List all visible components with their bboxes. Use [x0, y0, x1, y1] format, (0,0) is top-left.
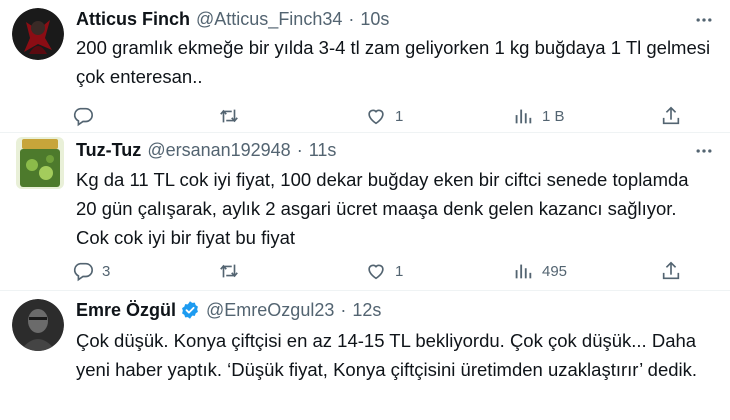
avatar[interactable] — [16, 137, 64, 189]
author-name[interactable]: Emre Özgül — [76, 300, 176, 321]
reply-count: 3 — [102, 262, 111, 280]
tweet-header: Tuz-Tuz @ersanan192948 · 11s — [76, 137, 336, 163]
like-button[interactable]: 1 — [365, 256, 403, 286]
reply-button[interactable]: 3 — [72, 256, 110, 286]
like-button[interactable]: 1 — [365, 101, 403, 131]
bookmark-share-button[interactable] — [660, 256, 682, 286]
timestamp[interactable]: 10s — [360, 9, 389, 30]
share-icon — [660, 105, 682, 127]
separator: · — [296, 139, 303, 160]
share-icon — [660, 260, 682, 282]
retweet-icon — [218, 105, 240, 127]
tweet-1[interactable]: Atticus Finch @Atticus_Finch34 · 10s 200… — [0, 0, 730, 132]
like-count: 1 — [395, 262, 404, 280]
tweet-actions: 3 1 495 — [64, 256, 730, 286]
retweet-icon — [218, 260, 240, 282]
verified-badge-icon — [180, 300, 200, 320]
author-handle[interactable]: @ersanan192948 — [147, 140, 290, 161]
author-handle[interactable]: @EmreOzgul23 — [206, 300, 334, 321]
more-icon[interactable] — [692, 139, 716, 163]
reply-icon — [72, 260, 94, 282]
author-name[interactable]: Atticus Finch — [76, 9, 190, 30]
like-icon — [365, 105, 387, 127]
separator: · — [348, 8, 355, 29]
like-icon — [365, 260, 387, 282]
tweet-text: Çok düşük. Konya çiftçisi en az 14-15 TL… — [76, 330, 698, 380]
views-icon — [512, 260, 534, 282]
retweet-button[interactable] — [218, 101, 248, 131]
avatar[interactable] — [12, 299, 64, 351]
reply-button[interactable] — [72, 101, 102, 131]
views-count: 495 — [542, 262, 568, 280]
like-count: 1 — [395, 107, 404, 125]
tweet-actions: 1 1 B — [64, 101, 730, 131]
tweet-2[interactable]: Tuz-Tuz @ersanan192948 · 11s Kg da 11 TL… — [0, 133, 730, 290]
tweet-header: Atticus Finch @Atticus_Finch34 · 10s — [76, 6, 389, 32]
separator: · — [340, 299, 347, 320]
views-button[interactable]: 1 B — [512, 101, 565, 131]
tweet-text: Kg da 11 TL cok iyi fiyat, 100 dekar buğ… — [76, 169, 689, 248]
views-count: 1 B — [542, 107, 565, 125]
more-icon[interactable] — [692, 8, 716, 32]
tweet-header: Emre Özgül @EmreOzgul23 · 12s — [76, 297, 381, 323]
retweet-button[interactable] — [218, 256, 248, 286]
timestamp[interactable]: 12s — [352, 300, 381, 321]
tweet-text: 200 gramlık ekmeğe bir yılda 3-4 tl zam … — [76, 37, 711, 87]
views-icon — [512, 105, 534, 127]
views-button[interactable]: 495 — [512, 256, 567, 286]
avatar[interactable] — [12, 8, 64, 60]
tweet-3[interactable]: Emre Özgül @EmreOzgul23 · 12s Çok düşük.… — [0, 291, 730, 420]
author-name[interactable]: Tuz-Tuz — [76, 140, 141, 161]
bookmark-share-button[interactable] — [660, 101, 682, 131]
timestamp[interactable]: 11s — [309, 140, 337, 161]
author-handle[interactable]: @Atticus_Finch34 — [196, 9, 342, 30]
reply-icon — [72, 105, 94, 127]
